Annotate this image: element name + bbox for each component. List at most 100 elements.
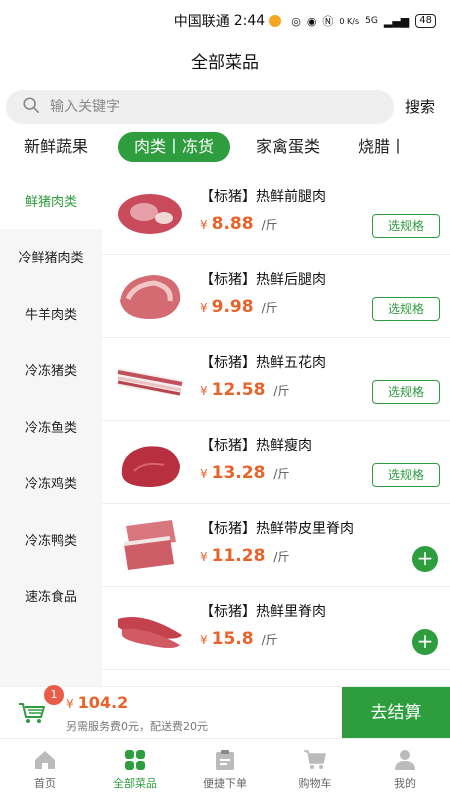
tabbar-label: 便捷下单 [203, 776, 247, 790]
network-speed-text: 0 K/s [339, 16, 360, 26]
pork-belly-image [114, 348, 186, 410]
cart-icon [304, 749, 326, 769]
price-unit: /斤 [273, 467, 290, 481]
grid-icon [125, 749, 145, 770]
sidebar-item-frozen-fish[interactable]: 冷冻鱼类 [0, 398, 102, 455]
tabbar-item-all-dishes[interactable]: 全部菜品 [90, 739, 180, 800]
select-spec-button[interactable]: 选规格 [372, 463, 440, 487]
n-icon: Ⓝ [322, 15, 334, 28]
page-title: 全部菜品 [191, 53, 259, 73]
currency-symbol: ¥ [200, 633, 208, 647]
clipboard-icon [216, 749, 234, 770]
sidebar: 鲜猪肉类 冷鲜猪肉类 牛羊肉类 冷冻猪类 冷冻鱼类 冷冻鸡类 冷冻鸭类 速冻食品 [0, 172, 102, 686]
currency-symbol: ¥ [200, 301, 208, 315]
home-icon [35, 750, 55, 769]
cart-total-amount: 104.2 [77, 693, 129, 712]
tabbar-item-cart[interactable]: 购物车 [270, 739, 360, 800]
add-to-cart-button[interactable]: + [412, 546, 438, 572]
tab-meat-frozen[interactable]: 肉类丨冻货 [118, 132, 231, 162]
sidebar-item-beef-lamb[interactable]: 牛羊肉类 [0, 285, 102, 342]
battery-icon: 48 [415, 14, 436, 28]
cart-total: ¥ 104.2 [66, 693, 128, 712]
cart-fee-note: 另需服务费0元，配送费20元 [66, 720, 208, 733]
add-to-cart-button[interactable]: + [412, 629, 438, 655]
status-icons: ◎ ◉ Ⓝ 0 K/s 5G ▂▄▆ 48 [291, 13, 436, 29]
sidebar-item-quick-frozen[interactable]: 速冻食品 [0, 568, 102, 625]
product-list: 【标猪】热鲜前腿肉 ¥ 8.88 /斤 选规格 【标猪】热鲜后腿肉 ¥ 9.98… [102, 172, 450, 686]
search-bar[interactable] [6, 90, 394, 124]
sidebar-item-fresh-pork[interactable]: 鲜猪肉类 [0, 172, 102, 229]
tab-poultry-eggs[interactable]: 家禽蛋类 [242, 132, 334, 162]
product-price: ¥ 15.8 /斤 [200, 629, 278, 649]
currency-symbol: ¥ [66, 697, 74, 711]
price-value: 11.28 [211, 546, 266, 566]
nfc-icon: ◎ [291, 14, 301, 28]
product-item[interactable]: 【标猪】热鲜带皮里脊肉 ¥ 11.28 /斤 + [102, 504, 450, 587]
tabbar-item-home[interactable]: 首页 [0, 739, 90, 800]
tab-roast-meat[interactable]: 烧腊丨 [344, 132, 420, 162]
price-value: 13.28 [211, 463, 266, 483]
tabbar-item-quick-order[interactable]: 便捷下单 [180, 739, 270, 800]
price-value: 8.88 [211, 214, 254, 234]
sidebar-item-frozen-duck[interactable]: 冷冻鸭类 [0, 511, 102, 568]
price-unit: /斤 [273, 550, 290, 564]
search-button[interactable]: 搜索 [405, 96, 435, 117]
product-price: ¥ 13.28 /斤 [200, 463, 289, 483]
pork-leg-image [114, 265, 186, 327]
product-name: 【标猪】热鲜瘦肉 [200, 438, 312, 454]
lean-pork-image [114, 431, 186, 493]
search-input[interactable] [50, 99, 350, 115]
product-item[interactable]: 【标猪】热鲜后腿肉 ¥ 9.98 /斤 选规格 [102, 255, 450, 338]
product-name: 【标猪】热鲜前腿肉 [200, 189, 326, 205]
select-spec-button[interactable]: 选规格 [372, 297, 440, 321]
select-spec-button[interactable]: 选规格 [372, 380, 440, 404]
price-unit: /斤 [261, 218, 278, 232]
product-name: 【标猪】热鲜里脊肉 [200, 604, 326, 620]
price-value: 15.8 [211, 629, 254, 649]
tabbar-label: 我的 [394, 776, 416, 790]
checkout-button[interactable]: 去结算 [342, 687, 450, 739]
select-spec-button[interactable]: 选规格 [372, 214, 440, 238]
sidebar-item-chilled-pork[interactable]: 冷鲜猪肉类 [0, 229, 102, 286]
product-price: ¥ 9.98 /斤 [200, 297, 278, 317]
product-price: ¥ 12.58 /斤 [200, 380, 289, 400]
currency-symbol: ¥ [200, 467, 208, 481]
product-price: ¥ 8.88 /斤 [200, 214, 278, 234]
tabbar-label: 购物车 [298, 776, 332, 790]
product-price: ¥ 11.28 /斤 [200, 546, 289, 566]
weibo-notification-icon [269, 15, 282, 27]
search-icon [22, 96, 40, 118]
eye-icon: ◉ [306, 14, 317, 28]
cart-bar: 1 ¥ 104.2 另需服务费0元，配送费20元 去结算 [0, 685, 450, 739]
status-bar: 中国联通 2:44 ◎ ◉ Ⓝ 0 K/s 5G ▂▄▆ 48 [0, 0, 450, 42]
currency-symbol: ¥ [200, 550, 208, 564]
signal-text: 5G [365, 16, 378, 26]
sidebar-item-frozen-chicken[interactable]: 冷冻鸡类 [0, 455, 102, 512]
price-unit: /斤 [261, 301, 278, 315]
product-name: 【标猪】热鲜带皮里脊肉 [200, 521, 354, 537]
currency-symbol: ¥ [200, 384, 208, 398]
product-item[interactable]: 【标猪】热鲜五花肉 ¥ 12.58 /斤 选规格 [102, 338, 450, 421]
signal-icon: ▂▄▆ [383, 14, 410, 28]
tab-fresh-produce[interactable]: 新鲜蔬果 [10, 132, 102, 162]
cart-icon[interactable] [18, 701, 46, 725]
product-item[interactable]: 【标猪】热鲜里脊肉 ¥ 15.8 /斤 + [102, 587, 450, 670]
clock-text: 2:44 [233, 13, 266, 29]
price-value: 9.98 [211, 297, 254, 317]
sidebar-item-frozen-pork[interactable]: 冷冻猪类 [0, 342, 102, 399]
product-item[interactable]: 【标猪】热鲜前腿肉 ¥ 8.88 /斤 选规格 [102, 172, 450, 255]
price-unit: /斤 [261, 633, 278, 647]
tabbar-item-profile[interactable]: 我的 [360, 739, 450, 800]
tabbar-label: 首页 [34, 776, 56, 790]
category-tabs: 新鲜蔬果 肉类丨冻货 家禽蛋类 烧腊丨 [0, 130, 450, 164]
product-item-partial[interactable] [102, 670, 450, 686]
currency-symbol: ¥ [200, 218, 208, 232]
pork-loin-skin-image [114, 514, 186, 576]
pork-shoulder-image [114, 182, 186, 244]
cart-count-badge: 1 [44, 685, 64, 705]
product-name: 【标猪】热鲜后腿肉 [200, 272, 326, 288]
product-item[interactable]: 【标猪】热鲜瘦肉 ¥ 13.28 /斤 选规格 [102, 421, 450, 504]
user-icon [395, 749, 415, 770]
bottom-tab-bar: 首页 全部菜品 便捷下单 购物车 我的 [0, 738, 450, 800]
price-value: 12.58 [211, 380, 266, 400]
